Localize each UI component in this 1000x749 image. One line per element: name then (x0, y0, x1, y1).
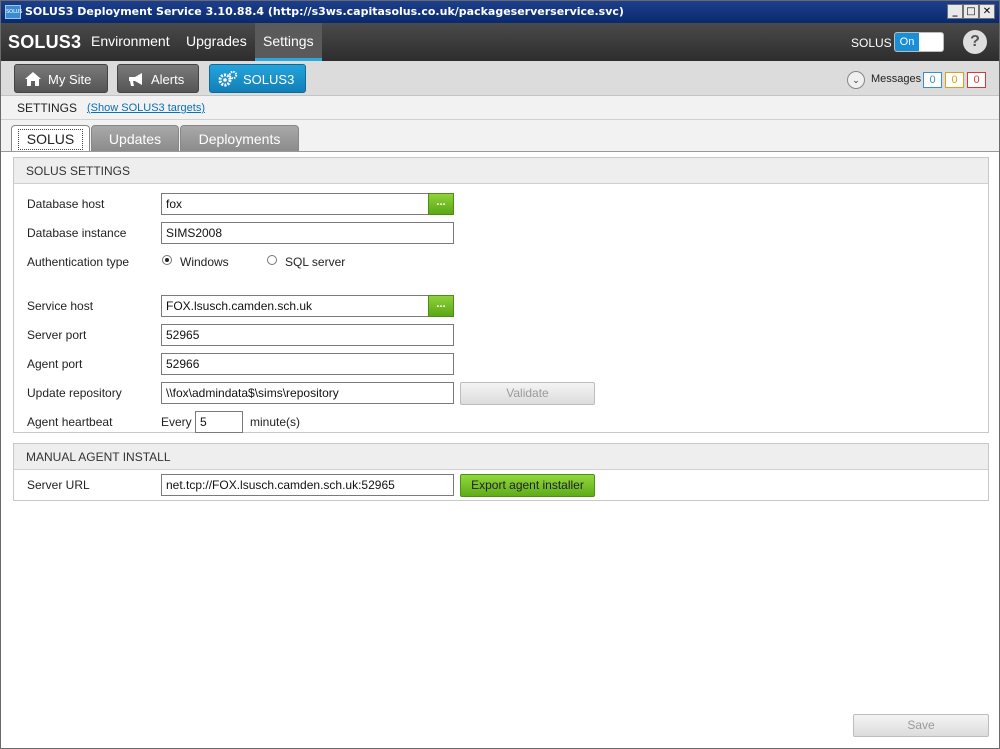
server-url-input[interactable]: net.tcp://FOX.lsusch.camden.sch.uk:52965 (161, 474, 454, 496)
service-host-label: Service host (27, 299, 94, 313)
tab-updates[interactable]: Updates (91, 125, 179, 152)
page-title: SETTINGS (17, 101, 78, 115)
window-title: SOLUS3 Deployment Service 3.10.88.4 (htt… (25, 5, 624, 18)
auth-windows-label: Windows (180, 255, 229, 269)
save-button[interactable]: Save (853, 714, 989, 737)
messages-warning-count[interactable]: 0 (945, 72, 964, 88)
messages-error-count[interactable]: 0 (967, 72, 986, 88)
server-port-label: Server port (27, 328, 87, 342)
database-instance-input[interactable]: SIMS2008 (161, 222, 454, 244)
database-host-label: Database host (27, 197, 105, 211)
update-repository-input[interactable]: \\fox\admindata$\sims\repository (161, 382, 454, 404)
show-targets-link[interactable]: (Show SOLUS3 targets) (87, 102, 205, 114)
manual-agent-install-panel: MANUAL AGENT INSTALL Server URL net.tcp:… (13, 443, 989, 501)
validate-button[interactable]: Validate (460, 382, 595, 405)
sub-navigation: My Site Alerts SOLUS3 ⌄ Messages 0 0 0 (1, 61, 999, 96)
auth-sql-server-label: SQL server (285, 255, 346, 269)
messages-chevron-icon[interactable]: ⌄ (847, 71, 865, 89)
alerts-button[interactable]: Alerts (117, 64, 199, 93)
service-host-input[interactable]: FOX.lsusch.camden.sch.uk (161, 295, 429, 317)
solus-toggle[interactable]: On (894, 32, 944, 52)
database-host-input[interactable]: fox (161, 193, 429, 215)
tab-solus-label: SOLUS (18, 129, 83, 150)
solus-settings-panel: SOLUS SETTINGS Database host fox ... Dat… (13, 157, 989, 433)
my-site-button[interactable]: My Site (14, 64, 108, 93)
agent-port-input[interactable]: 52966 (161, 353, 454, 375)
title-bar: SOLUS SOLUS3 Deployment Service 3.10.88.… (1, 1, 999, 23)
settings-tabs: SOLUS Updates Deployments (1, 120, 999, 154)
database-host-browse-button[interactable]: ... (428, 193, 454, 215)
tab-content: SOLUS SETTINGS Database host fox ... Dat… (1, 151, 999, 748)
heartbeat-minutes-input[interactable]: 5 (195, 411, 243, 433)
nav-settings[interactable]: Settings (255, 23, 322, 61)
nav-upgrades[interactable]: Upgrades (178, 23, 255, 61)
top-navigation: SOLUS3 Environment Upgrades Settings SOL… (1, 23, 999, 61)
auth-windows-radio[interactable] (162, 255, 172, 265)
gears-icon (218, 70, 238, 88)
auth-sql-server-radio[interactable] (267, 255, 277, 265)
agent-port-label: Agent port (27, 357, 83, 371)
my-site-label: My Site (48, 72, 92, 87)
solus-toggle-label: SOLUS (851, 36, 892, 50)
agent-heartbeat-label: Agent heartbeat (27, 415, 113, 429)
authentication-type-label: Authentication type (27, 255, 130, 269)
maximize-button[interactable]: □ (963, 4, 979, 19)
megaphone-icon (126, 70, 146, 88)
brand-logo: SOLUS3 (8, 32, 82, 52)
update-repository-label: Update repository (27, 386, 122, 400)
solus3-button[interactable]: SOLUS3 (209, 64, 306, 93)
close-button[interactable]: ✕ (979, 4, 995, 19)
settings-header: SETTINGS (Show SOLUS3 targets) (1, 96, 999, 120)
messages-label: Messages (871, 73, 922, 85)
tab-deployments[interactable]: Deployments (180, 125, 299, 152)
minimize-button[interactable]: _ (947, 4, 963, 19)
help-icon[interactable]: ? (963, 30, 987, 54)
app-icon: SOLUS (5, 5, 22, 19)
manual-agent-install-header: MANUAL AGENT INSTALL (14, 444, 988, 470)
messages-info-count[interactable]: 0 (923, 72, 942, 88)
tab-solus[interactable]: SOLUS (11, 125, 90, 154)
solus3-label: SOLUS3 (243, 72, 295, 87)
heartbeat-unit-label: minute(s) (250, 415, 301, 429)
export-agent-installer-button[interactable]: Export agent installer (460, 474, 595, 497)
database-instance-label: Database instance (27, 226, 127, 240)
heartbeat-every-label: Every (161, 415, 192, 429)
alerts-label: Alerts (151, 72, 185, 87)
nav-environment[interactable]: Environment (83, 23, 178, 61)
solus-settings-header: SOLUS SETTINGS (14, 158, 988, 184)
service-host-browse-button[interactable]: ... (428, 295, 454, 317)
server-url-label: Server URL (27, 478, 90, 492)
home-icon (23, 70, 43, 88)
server-port-input[interactable]: 52965 (161, 324, 454, 346)
app-window: SOLUS SOLUS3 Deployment Service 3.10.88.… (0, 0, 1000, 749)
toggle-on-label: On (895, 33, 919, 51)
